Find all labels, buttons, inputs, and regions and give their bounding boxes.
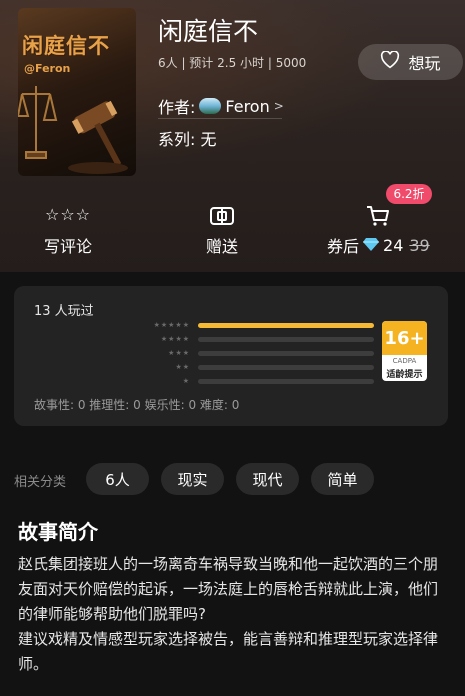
- category-tag[interactable]: 现实: [161, 463, 224, 495]
- book-title: 闲庭信不: [158, 17, 259, 46]
- category-label: 相关分类: [14, 475, 67, 490]
- gift-icon: [209, 205, 235, 227]
- ratings-panel: 13 人玩过 ★★★★★ ★★★★ ★★★ ★★ ★ 16+ CADPA 适龄提…: [14, 286, 448, 426]
- rating-stars: ★★★★: [160, 335, 190, 343]
- author-divider: [158, 118, 282, 119]
- age-rating: 16+: [382, 321, 427, 355]
- rating-stars: ★★: [175, 363, 190, 371]
- rating-stars: ★: [182, 377, 190, 385]
- rating-stars: ★★★★★: [153, 321, 190, 329]
- gavel-illustration: [18, 86, 128, 174]
- synopsis-paragraph: 建议戏精及情感型玩家选择被告，能言善辩和推理型玩家选择律师。: [18, 630, 439, 673]
- author-avatar: [199, 98, 222, 114]
- synopsis-title: 故事简介: [18, 520, 98, 544]
- rating-row-1: ★: [134, 377, 374, 385]
- rating-bar: [198, 364, 374, 370]
- star-outline-icon: ☆☆☆: [44, 205, 92, 224]
- want-to-play-button[interactable]: 想玩: [358, 44, 463, 80]
- rating-row-2: ★★: [134, 363, 374, 371]
- rating-bar: [198, 336, 374, 342]
- book-meta: 6人 | 预计 2.5 小时 | 5000: [158, 56, 307, 70]
- diamond-icon: [363, 236, 380, 255]
- chevron-right-icon: >: [273, 99, 284, 113]
- rating-bar: [198, 378, 374, 384]
- want-to-play-label: 想玩: [408, 54, 441, 73]
- age-rating-text: 适龄提示: [386, 370, 423, 380]
- rating-stars: ★★★: [168, 349, 190, 357]
- heart-outline-icon: [380, 50, 400, 73]
- gift-label: 赠送: [206, 237, 239, 256]
- category-tag[interactable]: 简单: [311, 463, 374, 495]
- cover-title: 闲庭信不: [22, 34, 110, 58]
- price-current: 24: [383, 235, 404, 255]
- buy-button[interactable]: 券后 24 39: [327, 205, 430, 257]
- rating-bar: [198, 350, 374, 356]
- discount-badge: 6.2折: [386, 184, 432, 204]
- author-link[interactable]: 作者: Feron >: [158, 94, 284, 118]
- write-review-label: 写评论: [44, 237, 93, 256]
- synopsis-body: 赵氏集团接班人的一场离奇车祸导致当晚和他一起饮酒的三个朋友面对天价赔偿的起诉，一…: [18, 552, 450, 677]
- rating-bar: [198, 322, 374, 328]
- buy-label: 券后: [327, 237, 360, 256]
- category-tag[interactable]: 现代: [236, 463, 299, 495]
- rating-row-5: ★★★★★: [134, 321, 374, 329]
- author-name: Feron: [225, 96, 270, 116]
- cover-image[interactable]: 闲庭信不 @Feron: [18, 8, 136, 176]
- played-count: 13 人玩过: [34, 304, 94, 319]
- write-review-button[interactable]: ☆☆☆ 写评论: [44, 205, 92, 257]
- category-tag[interactable]: 6人: [86, 463, 149, 495]
- book-series: 系列: 无: [158, 130, 217, 149]
- synopsis-paragraph: 赵氏集团接班人的一场离奇车祸导致当晚和他一起饮酒的三个朋友面对天价赔偿的起诉，一…: [18, 555, 439, 623]
- rating-row-3: ★★★: [134, 349, 374, 357]
- price-original: 39: [409, 235, 430, 255]
- cart-icon: [365, 205, 391, 227]
- age-rating-badge: 16+ CADPA 适龄提示: [382, 321, 427, 381]
- author-label: 作者:: [158, 98, 196, 117]
- age-rating-org: CADPA: [392, 357, 417, 365]
- gift-button[interactable]: 赠送: [206, 205, 238, 257]
- dimension-scores: 故事性: 0 推理性: 0 娱乐性: 0 难度: 0: [34, 398, 240, 412]
- rating-bar-fill: [198, 322, 374, 328]
- rating-row-4: ★★★★: [134, 335, 374, 343]
